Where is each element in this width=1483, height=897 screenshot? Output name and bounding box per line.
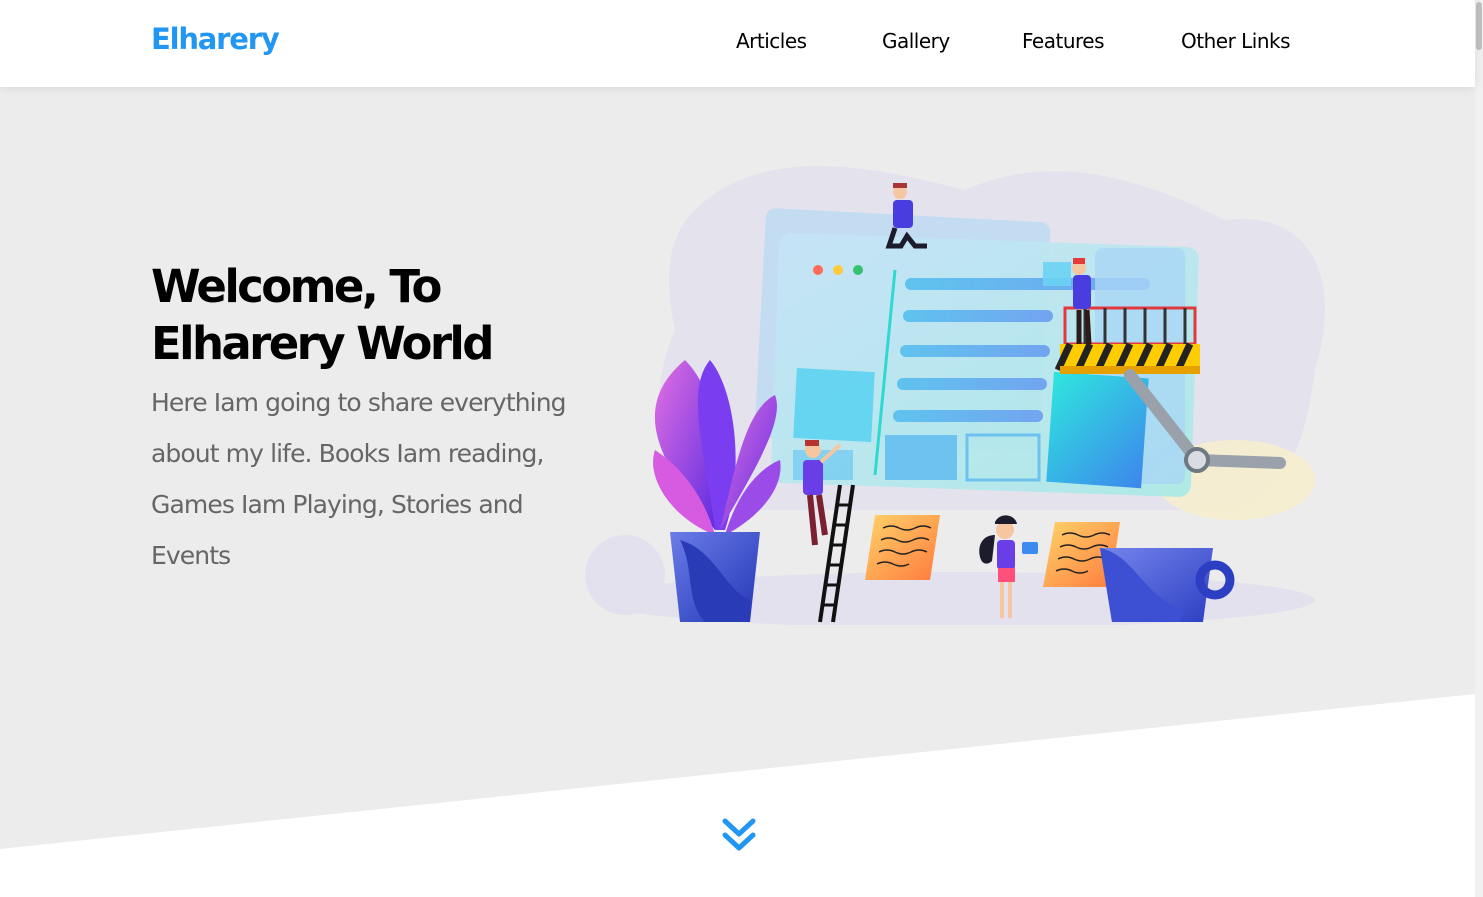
nav-link-gallery[interactable]: Gallery xyxy=(882,29,950,53)
scrollbar-thumb[interactable] xyxy=(1476,2,1482,50)
site-header: Elharery Articles Gallery Features Other… xyxy=(0,0,1475,87)
website-under-construction-illustration xyxy=(585,166,1325,625)
hero-title: Welcome, To Elharery World xyxy=(151,260,494,370)
double-chevron-down-icon[interactable] xyxy=(718,815,760,857)
window-dot-yellow-icon xyxy=(833,265,843,275)
window-dot-red-icon xyxy=(813,265,823,275)
nav-link-other-links[interactable]: Other Links xyxy=(1181,29,1291,53)
nav-link-articles[interactable]: Articles xyxy=(736,29,807,53)
window-dot-green-icon xyxy=(853,265,863,275)
nav-link-features[interactable]: Features xyxy=(1022,29,1105,53)
sticky-note-left xyxy=(865,515,940,580)
main-nav: Articles Gallery Features Other Links xyxy=(0,29,1475,57)
hero-description: Here Iam going to share everything about… xyxy=(151,388,567,570)
page: Elharery Articles Gallery Features Other… xyxy=(0,0,1483,897)
vertical-scrollbar[interactable] xyxy=(1475,0,1483,897)
